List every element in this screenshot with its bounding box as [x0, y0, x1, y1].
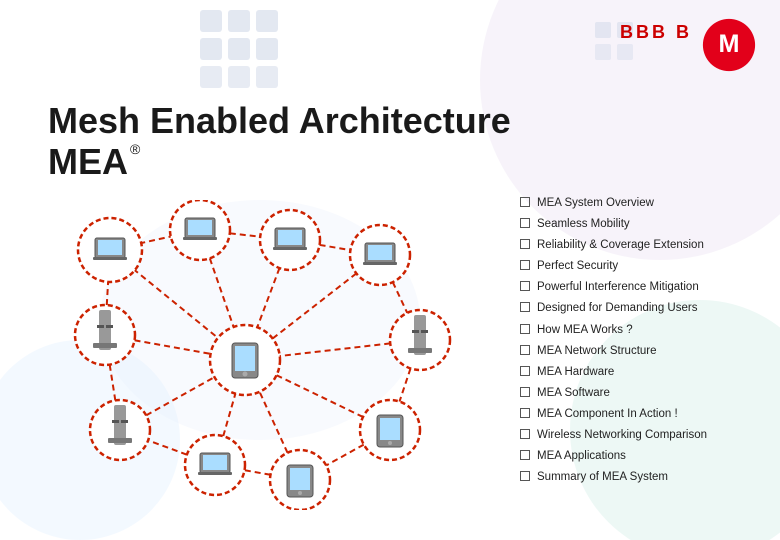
menu-label-3: Reliability & Coverage Extension — [537, 237, 704, 253]
menu-item-9: MEA Hardware — [520, 364, 750, 380]
menu-item-12: Wireless Networking Comparison — [520, 427, 750, 443]
menu-checkbox-12[interactable] — [520, 429, 530, 439]
title-line2: MEA® — [48, 141, 511, 183]
menu-checkbox-3[interactable] — [520, 239, 530, 249]
menu-checkbox-8[interactable] — [520, 345, 530, 355]
motorola-logo: M — [702, 18, 756, 72]
menu-checkbox-7[interactable] — [520, 324, 530, 334]
menu-list: MEA System Overview Seamless Mobility Reli… — [520, 195, 750, 490]
menu-item-2: Seamless Mobility — [520, 216, 750, 232]
menu-label-10: MEA Software — [537, 385, 610, 401]
menu-checkbox-5[interactable] — [520, 281, 530, 291]
menu-label-7: How MEA Works ? — [537, 322, 633, 338]
title-line1: Mesh Enabled Architecture — [48, 100, 511, 141]
menu-item-5: Powerful Interference Mitigation — [520, 279, 750, 295]
menu-label-9: MEA Hardware — [537, 364, 614, 380]
menu-label-2: Seamless Mobility — [537, 216, 630, 232]
menu-label-13: MEA Applications — [537, 448, 626, 464]
menu-label-8: MEA Network Structure — [537, 343, 657, 359]
menu-checkbox-1[interactable] — [520, 197, 530, 207]
menu-checkbox-14[interactable] — [520, 471, 530, 481]
menu-checkbox-6[interactable] — [520, 302, 530, 312]
menu-checkbox-10[interactable] — [520, 387, 530, 397]
menu-item-3: Reliability & Coverage Extension — [520, 237, 750, 253]
menu-item-6: Designed for Demanding Users — [520, 300, 750, 316]
menu-item-7: How MEA Works ? — [520, 322, 750, 338]
network-diagram — [30, 200, 520, 520]
menu-checkbox-2[interactable] — [520, 218, 530, 228]
brand-dots: BBB B — [620, 22, 692, 43]
menu-label-12: Wireless Networking Comparison — [537, 427, 707, 443]
menu-label-11: MEA Component In Action ! — [537, 406, 678, 422]
menu-item-8: MEA Network Structure — [520, 343, 750, 359]
menu-checkbox-11[interactable] — [520, 408, 530, 418]
menu-label-4: Perfect Security — [537, 258, 618, 274]
menu-checkbox-9[interactable] — [520, 366, 530, 376]
menu-item-1: MEA System Overview — [520, 195, 750, 211]
menu-label-6: Designed for Demanding Users — [537, 300, 697, 316]
menu-item-11: MEA Component In Action ! — [520, 406, 750, 422]
menu-item-10: MEA Software — [520, 385, 750, 401]
menu-checkbox-13[interactable] — [520, 450, 530, 460]
menu-label-5: Powerful Interference Mitigation — [537, 279, 699, 295]
menu-label-1: MEA System Overview — [537, 195, 654, 211]
title-area: Mesh Enabled Architecture MEA® — [48, 100, 511, 183]
svg-text:M: M — [719, 30, 740, 58]
menu-item-14: Summary of MEA System — [520, 469, 750, 485]
menu-label-14: Summary of MEA System — [537, 469, 668, 485]
menu-item-4: Perfect Security — [520, 258, 750, 274]
menu-item-13: MEA Applications — [520, 448, 750, 464]
menu-checkbox-4[interactable] — [520, 260, 530, 270]
